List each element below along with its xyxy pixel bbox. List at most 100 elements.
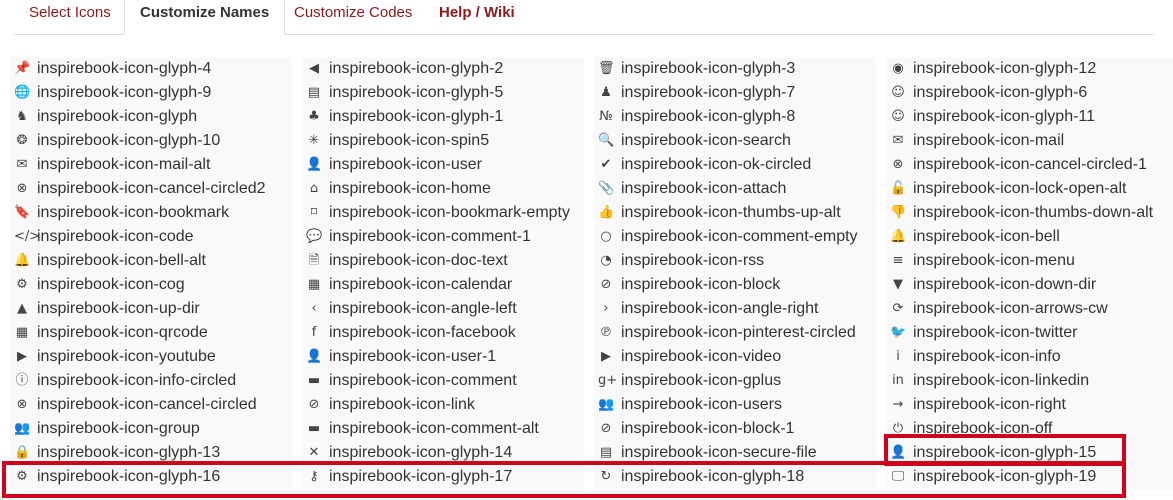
search-icon: 🔍 <box>598 133 615 148</box>
menu-icon: ≡ <box>892 253 904 268</box>
icon-list-item[interactable]: 🔍 inspirebook-icon-search <box>594 129 876 153</box>
icon-list-item[interactable]: ⓘ inspirebook-icon-info-circled <box>10 369 292 393</box>
icon-list-item[interactable]: ▶ inspirebook-icon-video <box>594 345 876 369</box>
icon-list-item[interactable]: ⊗ inspirebook-icon-cancel-circled-1 <box>886 153 1173 177</box>
tab-select-icons[interactable]: Select Icons <box>14 0 126 34</box>
icon-name-label: inspirebook-icon-cancel-circled-1 <box>913 156 1147 173</box>
icon-list-item[interactable]: 🌐 inspirebook-icon-glyph-9 <box>10 81 292 105</box>
icon-list-item[interactable]: 💬 inspirebook-icon-comment-1 <box>302 225 584 249</box>
face-alt-icon: ☺ <box>891 109 905 124</box>
icon-list-item[interactable]: ♟ inspirebook-icon-glyph-7 <box>594 81 876 105</box>
icon-list-item[interactable]: 👥 inspirebook-icon-users <box>594 393 876 417</box>
icon-list-item[interactable]: f inspirebook-icon-facebook <box>302 321 584 345</box>
comment-alt-icon: ▬ <box>307 421 321 436</box>
icon-list-item[interactable]: ⚙ inspirebook-icon-cog <box>10 273 292 297</box>
icon-name-label: inspirebook-icon-block <box>621 276 781 293</box>
icon-list-item[interactable]: ✉ inspirebook-icon-mail-alt <box>10 153 292 177</box>
icon-list-item[interactable]: </> inspirebook-icon-code <box>10 225 292 249</box>
icon-list-item[interactable]: ⟳ inspirebook-icon-arrows-cw <box>886 297 1173 321</box>
icon-name-label: inspirebook-icon-code <box>37 228 194 245</box>
icon-list-item[interactable]: ⊗ inspirebook-icon-cancel-circled <box>10 393 292 417</box>
icon-list-item[interactable]: ⚷ inspirebook-icon-glyph-17 <box>302 465 584 489</box>
icon-list-item[interactable]: ♞ inspirebook-icon-glyph <box>10 105 292 129</box>
icon-list-item[interactable]: ♣ inspirebook-icon-glyph-1 <box>302 105 584 129</box>
icon-name-label: inspirebook-icon-glyph-4 <box>37 60 212 77</box>
icon-list-item[interactable]: ✳ inspirebook-icon-spin5 <box>302 129 584 153</box>
icon-list-item[interactable]: ▶ inspirebook-icon-youtube <box>10 345 292 369</box>
icon-list-item[interactable]: in inspirebook-icon-linkedin <box>886 369 1173 393</box>
cancel-circled2-icon: ⊗ <box>16 181 28 196</box>
icon-list-item[interactable]: ☺ inspirebook-icon-glyph-11 <box>886 105 1173 129</box>
icon-list-item[interactable]: ⊘ inspirebook-icon-link <box>302 393 584 417</box>
icon-list-item[interactable]: ▬ inspirebook-icon-comment-alt <box>302 417 584 441</box>
icon-list-item[interactable]: g+ inspirebook-icon-gplus <box>594 369 876 393</box>
icon-list-item[interactable]: 🔒 inspirebook-icon-glyph-13 <box>10 441 292 465</box>
icon-list-item[interactable]: ▤ inspirebook-icon-glyph-5 <box>302 81 584 105</box>
icon-list-item[interactable]: ◔ inspirebook-icon-rss <box>594 249 876 273</box>
icon-list-item[interactable]: 🖵 inspirebook-icon-glyph-19 <box>886 465 1173 489</box>
gplus-icon: g+ <box>598 373 618 388</box>
icon-list-item[interactable]: 🐦 inspirebook-icon-twitter <box>886 321 1173 345</box>
mail-alt-icon: ✉ <box>16 157 28 172</box>
icon-list-item[interactable]: ▼ inspirebook-icon-down-dir <box>886 273 1173 297</box>
icon-list-item[interactable]: ⌑ inspirebook-icon-bookmark-empty <box>302 201 584 225</box>
icon-list-item[interactable]: 👍 inspirebook-icon-thumbs-up-alt <box>594 201 876 225</box>
icon-list-item[interactable]: › inspirebook-icon-angle-right <box>594 297 876 321</box>
icon-list-item[interactable]: 👎 inspirebook-icon-thumbs-down-alt <box>886 201 1173 225</box>
icon-list-item[interactable]: 👤 inspirebook-icon-user <box>302 153 584 177</box>
icon-list-item[interactable]: ℗ inspirebook-icon-pinterest-circled <box>594 321 876 345</box>
icon-list-item[interactable]: ⌂ inspirebook-icon-home <box>302 177 584 201</box>
icon-name-label: inspirebook-icon-comment-1 <box>329 228 531 245</box>
icon-list-item[interactable]: i inspirebook-icon-info <box>886 345 1173 369</box>
icon-list-item[interactable]: ◉ inspirebook-icon-glyph-12 <box>886 57 1173 81</box>
icon-list-item[interactable]: 🔔 inspirebook-icon-bell-alt <box>10 249 292 273</box>
icon-list-item[interactable]: ▤ inspirebook-icon-secure-file <box>594 441 876 465</box>
icon-list-item[interactable]: ↻ inspirebook-icon-glyph-18 <box>594 465 876 489</box>
calendar-icon: ▦ <box>307 277 321 292</box>
icon-list-item[interactable]: ≡ inspirebook-icon-menu <box>886 249 1173 273</box>
icon-list-item[interactable]: № inspirebook-icon-glyph-8 <box>594 105 876 129</box>
icon-name-label: inspirebook-icon-bookmark-empty <box>329 204 570 221</box>
group-icon: 👥 <box>14 421 31 436</box>
icon-list-item[interactable]: ⊘ inspirebook-icon-block <box>594 273 876 297</box>
tab-customize-names[interactable]: Customize Names <box>124 0 286 35</box>
icon-list-item[interactable]: ⚙ inspirebook-icon-glyph-16 <box>10 465 292 489</box>
icon-list-item[interactable]: ▬ inspirebook-icon-comment <box>302 369 584 393</box>
icon-list-item[interactable]: 📎 inspirebook-icon-attach <box>594 177 876 201</box>
icon-list-item[interactable]: 👤 inspirebook-icon-glyph-15 <box>886 441 1173 465</box>
icon-list-item[interactable]: 🗑 inspirebook-icon-glyph-3 <box>594 57 876 81</box>
icon-list-item[interactable]: ○ inspirebook-icon-comment-empty <box>594 225 876 249</box>
icon-name-label: inspirebook-icon-link <box>329 396 475 413</box>
tab-customize-codes[interactable]: Customize Codes <box>279 0 427 34</box>
icon-list-item[interactable]: ▦ inspirebook-icon-calendar <box>302 273 584 297</box>
icon-list-item[interactable]: 👥 inspirebook-icon-group <box>10 417 292 441</box>
icon-list-item[interactable]: ✉ inspirebook-icon-mail <box>886 129 1173 153</box>
icon-list-item[interactable]: ‹ inspirebook-icon-angle-left <box>302 297 584 321</box>
tab-help-wiki[interactable]: Help / Wiki <box>424 0 530 34</box>
icon-list-item[interactable]: 📌 inspirebook-icon-glyph-4 <box>10 57 292 81</box>
icon-list-item[interactable]: ⊘ inspirebook-icon-block-1 <box>594 417 876 441</box>
bell-icon: 🔔 <box>890 229 907 244</box>
icon-list-item[interactable]: → inspirebook-icon-right <box>886 393 1173 417</box>
icon-list-item[interactable]: ▲ inspirebook-icon-up-dir <box>10 297 292 321</box>
icon-name-label: inspirebook-icon-glyph-13 <box>37 444 221 461</box>
icon-list-item[interactable]: ◀ inspirebook-icon-glyph-2 <box>302 57 584 81</box>
icon-name-label: inspirebook-icon-glyph-10 <box>37 132 221 149</box>
icon-name-label: inspirebook-icon-glyph-17 <box>329 468 513 485</box>
icon-list-item[interactable]: 🗎 inspirebook-icon-doc-text <box>302 249 584 273</box>
icon-name-label: inspirebook-icon-user-1 <box>329 348 497 365</box>
icon-list-item[interactable]: ❂ inspirebook-icon-glyph-10 <box>10 129 292 153</box>
icon-list-item[interactable]: 🔖 inspirebook-icon-bookmark <box>10 201 292 225</box>
icon-name-label: inspirebook-icon-glyph-7 <box>621 84 796 101</box>
icon-list-item[interactable]: 👤 inspirebook-icon-user-1 <box>302 345 584 369</box>
icon-list-item[interactable]: ⏻ inspirebook-icon-off <box>886 417 1173 441</box>
icon-list-item[interactable]: ▦ inspirebook-icon-qrcode <box>10 321 292 345</box>
icon-list-item[interactable]: 🔓 inspirebook-icon-lock-open-alt <box>886 177 1173 201</box>
icon-list-item[interactable]: ⊗ inspirebook-icon-cancel-circled2 <box>10 177 292 201</box>
icon-list-item[interactable]: 🔔 inspirebook-icon-bell <box>886 225 1173 249</box>
icon-name-label: inspirebook-icon-angle-right <box>621 300 819 317</box>
spinner-icon: ✳ <box>308 133 320 148</box>
icon-list-item[interactable]: ☺ inspirebook-icon-glyph-6 <box>886 81 1173 105</box>
icon-list-item[interactable]: ✕ inspirebook-icon-glyph-14 <box>302 441 584 465</box>
icon-list-item[interactable]: ✔ inspirebook-icon-ok-circled <box>594 153 876 177</box>
